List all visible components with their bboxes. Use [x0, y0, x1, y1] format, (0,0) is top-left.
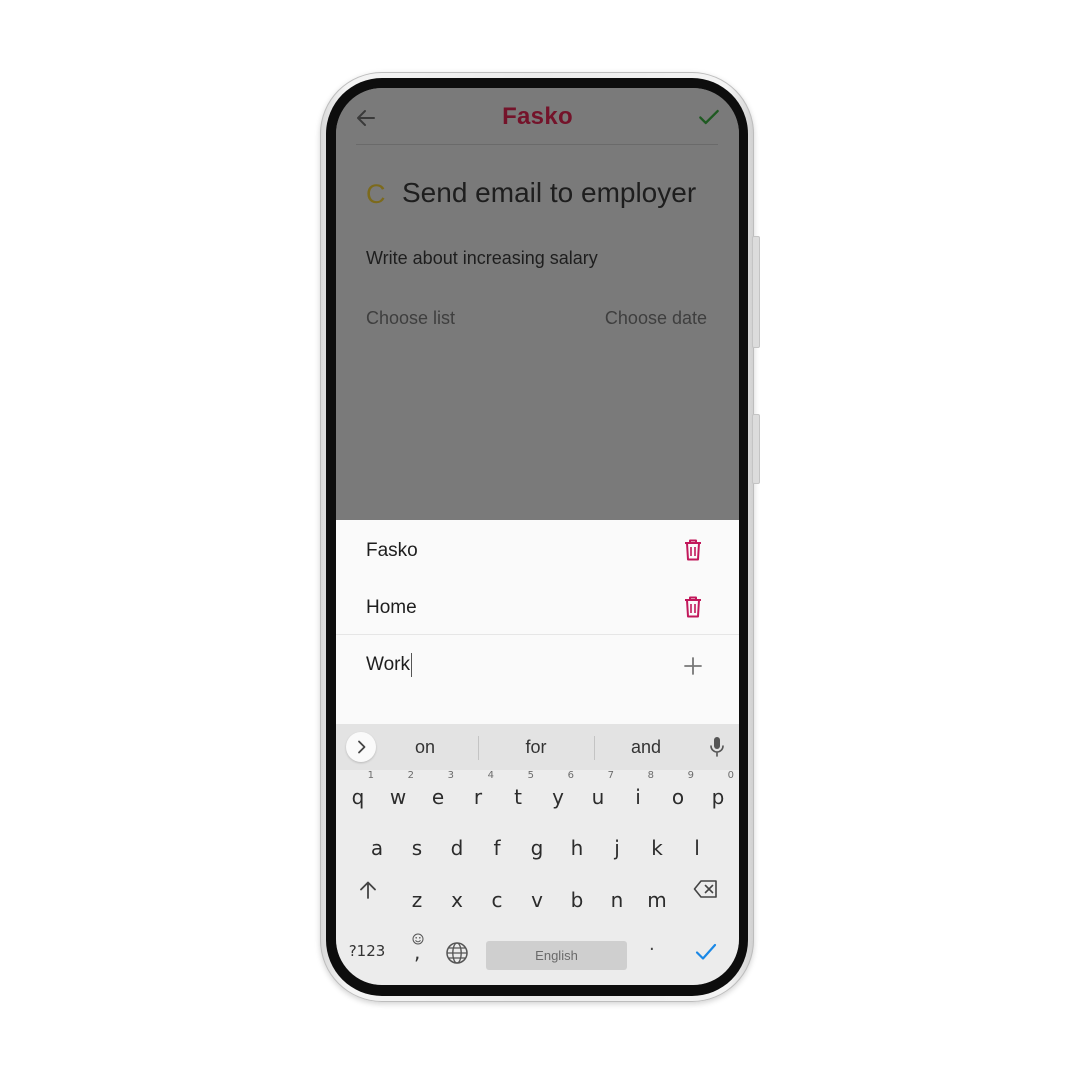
key-label: o	[671, 785, 685, 809]
volume-button	[752, 414, 760, 484]
power-button	[752, 236, 760, 348]
period-key[interactable]: .	[649, 934, 663, 955]
enter-check-icon[interactable]	[694, 941, 718, 963]
key-label: q	[351, 785, 365, 809]
new-list-input[interactable]	[366, 652, 656, 678]
key-g[interactable]: g	[517, 825, 557, 871]
phone-screen: Fasko C Send email to employer Write abo…	[336, 88, 739, 985]
key-l[interactable]: l	[677, 825, 717, 871]
key-r[interactable]: r4	[458, 770, 498, 820]
priority-indicator[interactable]: C	[366, 179, 386, 210]
suggestion-word[interactable]: and	[606, 737, 686, 758]
key-hint: 4	[487, 770, 494, 781]
key-label: r	[473, 785, 483, 809]
key-b[interactable]: b	[557, 877, 597, 923]
key-c[interactable]: c	[477, 877, 517, 923]
suggestion-separator	[478, 736, 479, 760]
key-s[interactable]: s	[397, 825, 437, 871]
key-hint: 5	[527, 770, 534, 781]
key-label: u	[591, 785, 605, 809]
key-hint: 3	[447, 770, 454, 781]
key-p[interactable]: p0	[698, 770, 738, 820]
key-hint: 2	[407, 770, 414, 781]
key-hint: 1	[367, 770, 374, 781]
key-y[interactable]: y6	[538, 770, 578, 820]
microphone-icon[interactable]	[708, 736, 726, 758]
key-label: t	[514, 785, 522, 809]
sheet-divider	[336, 634, 739, 635]
list-item-fasko[interactable]: Fasko	[336, 522, 739, 578]
space-bar[interactable]: English	[486, 941, 627, 970]
confirm-check-icon[interactable]	[696, 104, 722, 130]
key-k[interactable]: k	[637, 825, 677, 871]
key-hint: 6	[567, 770, 574, 781]
key-q[interactable]: q1	[338, 770, 378, 820]
list-item-label: Fasko	[366, 540, 418, 561]
key-v[interactable]: v	[517, 877, 557, 923]
key-hint: 9	[687, 770, 694, 781]
key-d[interactable]: d	[437, 825, 477, 871]
key-i[interactable]: i8	[618, 770, 658, 820]
key-u[interactable]: u7	[578, 770, 618, 820]
key-label: y	[552, 785, 564, 809]
key-n[interactable]: n	[597, 877, 637, 923]
suggestion-word[interactable]: for	[496, 737, 576, 758]
app-title: Fasko	[502, 103, 573, 130]
key-label: p	[711, 785, 725, 809]
key-e[interactable]: e3	[418, 770, 458, 820]
backspace-icon[interactable]	[693, 879, 719, 899]
key-j[interactable]: j	[597, 825, 637, 871]
suggestion-separator	[594, 736, 595, 760]
list-picker-sheet: Fasko Home	[336, 520, 739, 724]
key-label: e	[431, 785, 445, 809]
key-f[interactable]: f	[477, 825, 517, 871]
key-t[interactable]: t5	[498, 770, 538, 820]
comma-label: ,	[414, 940, 421, 964]
key-o[interactable]: o9	[658, 770, 698, 820]
key-label: w	[389, 785, 407, 809]
key-hint: 0	[727, 770, 734, 781]
key-label: i	[635, 785, 641, 809]
choose-list-button[interactable]: Choose list	[366, 308, 455, 329]
add-plus-icon[interactable]	[682, 655, 704, 677]
globe-icon[interactable]	[445, 941, 469, 965]
list-item-home[interactable]: Home	[336, 579, 739, 635]
key-h[interactable]: h	[557, 825, 597, 871]
suggestion-bar: on for and	[336, 724, 739, 770]
delete-trash-icon[interactable]	[683, 538, 703, 562]
emoji-comma-key[interactable]: ,	[408, 933, 426, 964]
task-title[interactable]: Send email to employer	[402, 177, 696, 209]
delete-trash-icon[interactable]	[683, 595, 703, 619]
key-x[interactable]: x	[437, 877, 477, 923]
top-bar-divider	[356, 144, 718, 145]
shift-arrow-icon[interactable]	[357, 879, 379, 901]
suggestion-word[interactable]: on	[385, 737, 465, 758]
chevron-right-icon	[358, 740, 366, 754]
soft-keyboard: on for and q1w2e3r4t5y6u7i8o9p0 asdfghjk…	[336, 724, 739, 985]
choose-date-button[interactable]: Choose date	[605, 308, 707, 329]
task-editor: Fasko C Send email to employer Write abo…	[336, 88, 739, 520]
key-z[interactable]: z	[397, 877, 437, 923]
key-w[interactable]: w2	[378, 770, 418, 820]
top-app-bar: Fasko	[336, 88, 739, 144]
list-item-label: Home	[366, 597, 417, 618]
text-cursor	[411, 653, 412, 677]
key-m[interactable]: m	[637, 877, 677, 923]
task-description[interactable]: Write about increasing salary	[366, 248, 598, 269]
expand-toolbar-button[interactable]	[346, 732, 376, 762]
key-hint: 8	[647, 770, 654, 781]
key-a[interactable]: a	[357, 825, 397, 871]
key-hint: 7	[607, 770, 614, 781]
symbols-key[interactable]: ?123	[345, 928, 389, 974]
